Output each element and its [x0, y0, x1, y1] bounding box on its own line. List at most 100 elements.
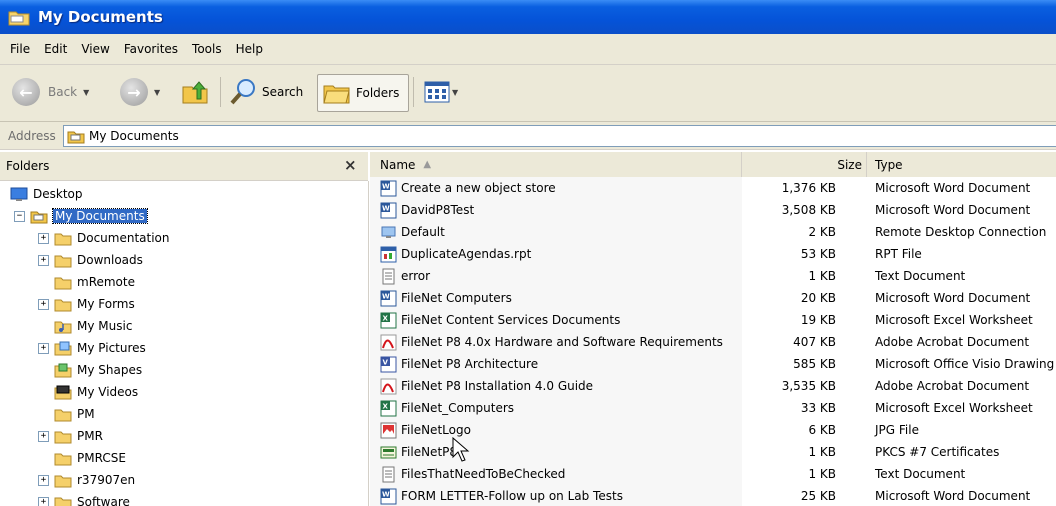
list-header: Name ▲ Size Type [370, 152, 1056, 178]
file-name-cell[interactable]: FilesThatNeedToBeChecked [380, 463, 565, 485]
tree-item-label: Downloads [77, 253, 143, 267]
tree-item[interactable]: My Forms [54, 293, 135, 315]
close-icon[interactable]: × [344, 156, 357, 174]
chevron-down-icon[interactable]: ▼ [154, 88, 160, 97]
folder-icon [54, 407, 77, 422]
file-size: 53 KB [800, 247, 836, 261]
folders-button[interactable]: Folders [317, 74, 409, 112]
expand-icon[interactable]: + [38, 233, 49, 244]
title-bar[interactable]: My Documents [0, 0, 1056, 34]
file-row[interactable]: FileNet P8 Installation 4.0 Guide 3,535 K… [370, 375, 1056, 397]
file-name-cell[interactable]: V FileNet P8 Architecture [380, 353, 538, 375]
file-name-cell[interactable]: DuplicateAgendas.rpt [380, 243, 531, 265]
file-row[interactable]: error 1 KB Text Document [370, 265, 1056, 287]
svg-text:X: X [383, 314, 389, 322]
expand-icon[interactable]: + [38, 255, 49, 266]
file-row[interactable]: DuplicateAgendas.rpt 53 KB RPT File [370, 243, 1056, 265]
folder-icon [54, 231, 77, 246]
file-row[interactable]: W FileNet Computers 20 KB Microsoft Word Do… [370, 287, 1056, 309]
file-name: FileNet Content Services Documents [401, 313, 621, 327]
file-row[interactable]: Default 2 KB Remote Desktop Connection [370, 221, 1056, 243]
back-button[interactable]: ← Back ▼ [12, 74, 89, 110]
folders-label: Folders [356, 86, 400, 100]
file-name-cell[interactable]: W FORM LETTER-Follow up on Lab Tests [380, 485, 623, 506]
file-row[interactable]: X FileNet_Computers 33 KB Microsoft Excel W… [370, 397, 1056, 419]
menu-help[interactable]: Help [236, 42, 263, 56]
tree-item-label: My Forms [77, 297, 135, 311]
tree-item[interactable]: r37907en [54, 469, 135, 491]
expand-icon[interactable]: + [38, 343, 49, 354]
expand-icon[interactable]: + [38, 431, 49, 442]
excel-icon: X [380, 400, 401, 417]
tree-item[interactable]: PMR [54, 425, 103, 447]
menu-tools[interactable]: Tools [192, 42, 222, 56]
collapse-icon[interactable]: − [14, 211, 25, 222]
chevron-down-icon[interactable]: ▼ [452, 88, 458, 97]
file-row[interactable]: V FileNet P8 Architecture 585 KB Microsoft … [370, 353, 1056, 375]
address-input[interactable]: My Documents [63, 125, 1056, 147]
file-name: FileNet Computers [401, 291, 512, 305]
menu-file[interactable]: File [10, 42, 30, 56]
file-size: 407 KB [793, 335, 836, 349]
menu-favorites[interactable]: Favorites [124, 42, 178, 56]
file-name-cell[interactable]: error [380, 265, 430, 287]
forward-button[interactable]: → ▼ [120, 74, 160, 110]
file-size: 1 KB [808, 467, 836, 481]
tree-item[interactable]: PMRCSE [54, 447, 126, 469]
folders-pane-header: Folders × [0, 152, 368, 181]
file-size: 1 KB [808, 269, 836, 283]
forward-arrow-icon: → [120, 78, 148, 106]
column-type-label: Type [875, 157, 903, 172]
tree-item[interactable]: PM [54, 403, 95, 425]
file-row[interactable]: W DavidP8Test 3,508 KB Microsoft Word Docum… [370, 199, 1056, 221]
tree-item[interactable]: My Shapes [54, 359, 142, 381]
column-header-type[interactable]: Type [867, 152, 1056, 177]
file-type: Adobe Acrobat Document [875, 335, 1030, 349]
tree-item[interactable]: My Music [54, 315, 132, 337]
tree-item[interactable]: My Documents [30, 205, 148, 227]
file-name-cell[interactable]: W Create a new object store [380, 177, 556, 199]
views-button[interactable]: ▼ [424, 74, 458, 110]
chevron-down-icon[interactable]: ▼ [83, 88, 89, 97]
address-label: Address [8, 128, 56, 143]
expand-icon[interactable]: + [38, 497, 49, 506]
column-header-name[interactable]: Name ▲ [370, 152, 742, 177]
tree-item[interactable]: My Videos [54, 381, 138, 403]
file-name: Default [401, 225, 445, 239]
toolbar-separator [220, 77, 221, 107]
tree-item[interactable]: My Pictures [54, 337, 146, 359]
menu-edit[interactable]: Edit [44, 42, 67, 56]
file-row[interactable]: W FORM LETTER-Follow up on Lab Tests 25 KB… [370, 485, 1056, 506]
file-name-cell[interactable]: X FileNet Content Services Documents [380, 309, 620, 331]
file-name-cell[interactable]: W DavidP8Test [380, 199, 474, 221]
menu-view[interactable]: View [81, 42, 109, 56]
file-size: 3,535 KB [781, 379, 836, 393]
expand-icon[interactable]: + [38, 475, 49, 486]
file-name-cell[interactable]: FileNet P8 Installation 4.0 Guide [380, 375, 593, 397]
file-name-cell[interactable]: FileNet P8 4.0x Hardware and Software Re… [380, 331, 723, 353]
file-row[interactable]: W Create a new object store 1,376 KB Micros… [370, 177, 1056, 199]
file-name-cell[interactable]: X FileNet_Computers [380, 397, 514, 419]
file-row[interactable]: FileNetP8 1 KB PKCS #7 Certificates [370, 441, 1056, 463]
tree-item[interactable]: Software [54, 491, 130, 506]
tree-item-label: Documentation [77, 231, 170, 245]
file-name-cell[interactable]: Default [380, 221, 445, 243]
file-row[interactable]: FilesThatNeedToBeChecked 1 KB Text Documen… [370, 463, 1056, 485]
tree-item[interactable]: Desktop [10, 183, 83, 205]
tree-item[interactable]: Downloads [54, 249, 143, 271]
file-row[interactable]: FileNet P8 4.0x Hardware and Software Re… [370, 331, 1056, 353]
column-header-size[interactable]: Size [742, 152, 867, 177]
svg-text:W: W [382, 292, 390, 300]
tree-item[interactable]: Documentation [54, 227, 170, 249]
file-name-cell[interactable]: FileNetP8 [380, 441, 457, 463]
search-button[interactable]: Search [228, 74, 303, 110]
file-row[interactable]: X FileNet Content Services Documents 19 KB… [370, 309, 1056, 331]
file-name-cell[interactable]: W FileNet Computers [380, 287, 512, 309]
file-name: FileNet P8 4.0x Hardware and Software Re… [401, 335, 723, 349]
file-name: FORM LETTER-Follow up on Lab Tests [401, 489, 623, 503]
up-folder-button[interactable] [180, 74, 210, 110]
tree-item[interactable]: mRemote [54, 271, 135, 293]
file-row[interactable]: FileNetLogo 6 KB JPG File [370, 419, 1056, 441]
folder-icon [54, 451, 77, 466]
expand-icon[interactable]: + [38, 299, 49, 310]
